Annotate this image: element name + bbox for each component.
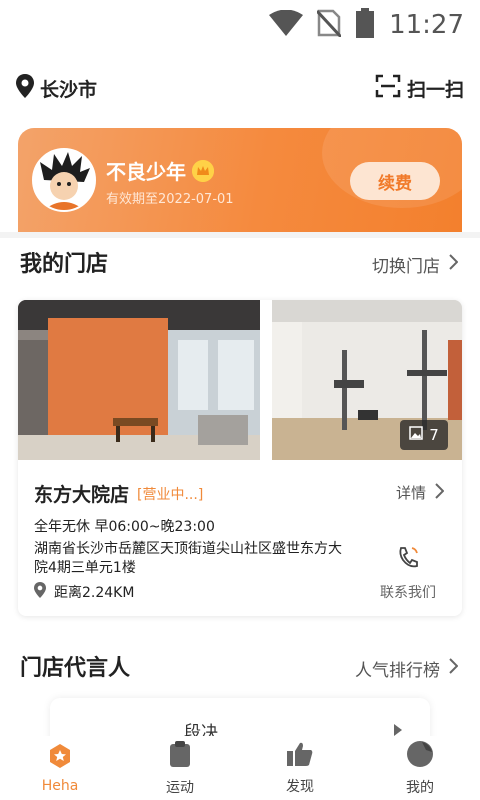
scan-label: 扫一扫 — [406, 78, 464, 101]
store-card[interactable]: 7 东方大院店 [营业中...] 详情 全年无休 早06:00~晚23:00 湖… — [18, 300, 462, 616]
renew-button[interactable]: 续费 — [350, 162, 440, 200]
store-details-link[interactable]: 详情 — [396, 482, 445, 503]
store-hours: 全年无休 早06:00~晚23:00 — [34, 519, 215, 535]
member-name: 不良少年 — [106, 156, 214, 185]
contact-us-button[interactable]: 联系我们 — [368, 546, 448, 602]
user-icon — [406, 740, 434, 772]
switch-store-link[interactable]: 切换门店 — [372, 252, 459, 277]
store-photo[interactable] — [18, 300, 260, 460]
location-pin-icon — [34, 582, 46, 602]
store-address: 湖南省长沙市岳麓区天顶街道尖山社区盛世东方大院4期三单元1楼 — [34, 541, 342, 576]
store-status: [营业中...] — [137, 486, 204, 503]
scan-icon — [375, 74, 401, 103]
clipboard-icon — [168, 740, 192, 772]
store-spokesperson-title: 门店代言人 — [20, 656, 131, 681]
location-pin-icon — [16, 73, 34, 103]
bottom-tab-bar: Heha 运动 发现 我的 — [0, 736, 480, 800]
avatar[interactable] — [32, 148, 96, 212]
city-label: 长沙市 — [40, 78, 98, 101]
wifi-icon — [269, 9, 304, 40]
tab-discover[interactable]: 发现 — [240, 736, 360, 800]
phone-icon — [397, 546, 419, 574]
my-store-title: 我的门店 — [20, 252, 109, 277]
tab-sports[interactable]: 运动 — [120, 736, 240, 800]
image-icon — [409, 426, 423, 444]
chevron-right-icon — [448, 658, 459, 679]
membership-card[interactable]: 不良少年 有效期至2022-07-01 续费 — [18, 128, 462, 232]
store-photo[interactable]: 7 — [272, 300, 462, 460]
section-divider — [0, 232, 480, 238]
membership-expiry: 有效期至2022-07-01 — [106, 192, 234, 207]
no-sim-icon — [315, 9, 343, 41]
photo-count-badge[interactable]: 7 — [400, 420, 448, 450]
status-time: 11:27 — [389, 10, 464, 40]
city-selector[interactable]: 长沙市 — [16, 73, 98, 103]
thumbs-up-icon — [286, 741, 314, 771]
store-name: 东方大院店 [营业中...] — [34, 484, 204, 506]
scan-button[interactable]: 扫一扫 — [375, 74, 464, 103]
crown-icon — [192, 159, 214, 182]
tab-heha[interactable]: Heha — [0, 736, 120, 800]
chevron-right-icon — [448, 254, 459, 275]
heha-icon — [47, 743, 73, 773]
popularity-ranking-link[interactable]: 人气排行榜 — [355, 656, 459, 681]
status-bar: 11:27 — [0, 0, 480, 50]
chevron-right-icon — [434, 482, 445, 503]
location-bar: 长沙市 扫一扫 — [16, 70, 464, 106]
battery-icon — [355, 8, 375, 42]
store-distance: 距离2.24KM — [34, 582, 134, 602]
tab-mine[interactable]: 我的 — [360, 736, 480, 800]
